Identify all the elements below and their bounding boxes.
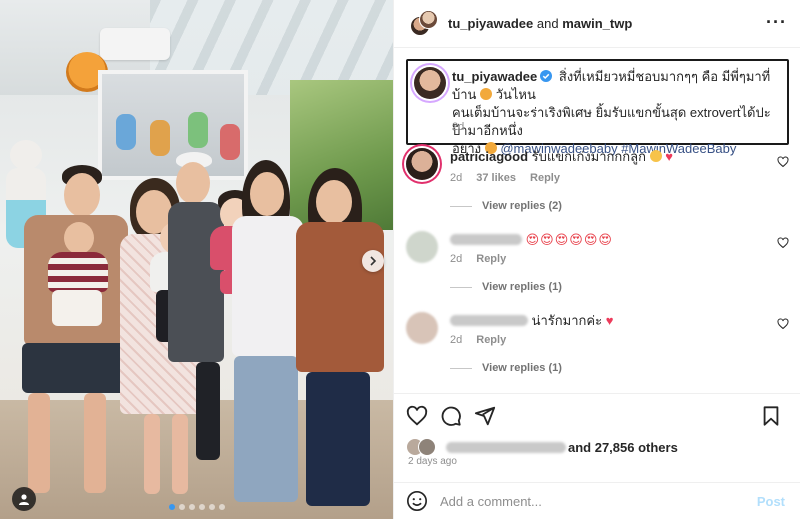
caption-line-2: คนเต็มบ้านจะร่าเริงพิเศษ ยิ้มรับแขกขั้นส… (452, 105, 771, 138)
post-comment-button[interactable]: Post (757, 494, 785, 509)
view-replies-button[interactable]: View replies (1) (450, 362, 562, 374)
tagged-users-button[interactable] (12, 487, 36, 511)
like-comment-heart-icon[interactable] (777, 156, 789, 168)
add-comment-bar: Post (394, 482, 800, 519)
author-username-2[interactable]: mawin_twp (562, 16, 632, 31)
photo-baby-1 (42, 222, 112, 362)
comment-reply-button[interactable]: Reply (476, 253, 506, 265)
like-comment-heart-icon[interactable] (777, 237, 789, 249)
author-username-1[interactable]: tu_piyawadee (448, 16, 533, 31)
instagram-post-modal: tu_piyawadee and mawin_twp ··· tu_piyawa… (0, 0, 800, 519)
avatar (418, 438, 436, 456)
comment-item: น่ารักมากค่ะ ♥ 2d Reply View replies (1) (406, 312, 789, 382)
post-caption: tu_piyawadee สิ่งที่เหมียวหมี่ชอบมากๆๆ ค… (406, 59, 789, 156)
likes-count-text: and 27,856 others (568, 439, 678, 455)
caption-username[interactable]: tu_piyawadee (452, 69, 537, 84)
view-replies-button[interactable]: View replies (1) (450, 281, 562, 293)
like-comment-heart-icon[interactable] (777, 318, 789, 330)
carousel-dot (198, 504, 205, 510)
post-authors: tu_piyawadee and mawin_twp (448, 16, 632, 31)
avatar (419, 9, 438, 29)
comment-meta: 2d 37 likes Reply (450, 172, 560, 184)
comment-icon[interactable] (440, 405, 462, 427)
caption-time: 2d (452, 121, 465, 133)
post-action-bar (394, 393, 800, 435)
carousel-dot (208, 504, 215, 510)
comment-text: รับแขกเก่งมากกกลูก (531, 149, 646, 164)
photo-person-5 (296, 168, 386, 508)
chevron-right-icon (370, 256, 377, 266)
emoji-smile-icon[interactable] (406, 490, 428, 512)
view-replies-label: View replies (1) (482, 362, 562, 374)
caption-text: tu_piyawadee สิ่งที่เหมียวหมี่ชอบมากๆๆ ค… (452, 68, 782, 158)
post-side-panel: tu_piyawadee and mawin_twp ··· tu_piyawa… (393, 0, 800, 519)
comment-item: 😍😍😍😍😍😍 2d Reply View replies (1) (406, 231, 789, 299)
comment-avatar[interactable] (406, 231, 438, 263)
view-replies-button[interactable]: View replies (2) (450, 200, 562, 212)
comment-meta: 2d Reply (450, 253, 506, 265)
post-likes-summary[interactable]: and 27,856 others (406, 436, 796, 458)
comment-time: 2d (450, 172, 463, 184)
post-timestamp: 2 days ago (408, 456, 457, 467)
carousel-dot (188, 504, 195, 510)
photo-air-conditioner (100, 28, 170, 60)
add-comment-input[interactable] (440, 493, 757, 509)
like-heart-icon[interactable] (406, 405, 428, 427)
heart-emoji-icon: ♥ (665, 149, 673, 164)
verified-badge-icon (540, 70, 553, 82)
save-bookmark-icon[interactable] (760, 405, 782, 427)
photo-person-4 (228, 160, 306, 505)
more-horizontal-icon[interactable]: ··· (766, 13, 787, 31)
share-send-icon[interactable] (474, 405, 496, 427)
heart-emoji-icon: ♥ (605, 313, 614, 328)
comment-avatar[interactable] (406, 312, 438, 344)
comment-time: 2d (450, 253, 463, 265)
user-tag-icon (19, 494, 29, 505)
laughing-crying-emoji-icon (649, 150, 662, 162)
view-replies-label: View replies (1) (482, 281, 562, 293)
carousel-dots (0, 504, 393, 510)
heart-eyes-emoji-row: 😍😍😍😍😍😍 (525, 232, 613, 247)
post-header: tu_piyawadee and mawin_twp ··· (394, 0, 800, 48)
likers-avatars (406, 438, 440, 456)
caption-avatar[interactable] (414, 67, 446, 99)
comment-likes-count[interactable]: 37 likes (476, 172, 516, 184)
caption-line-1b: วันไหน (495, 87, 536, 102)
comment-body: 😍😍😍😍😍😍 (450, 231, 750, 248)
comment-reply-button[interactable]: Reply (530, 172, 560, 184)
grinning-emoji-icon (480, 88, 493, 100)
view-replies-label: View replies (2) (482, 200, 562, 212)
carousel-next-button[interactable] (362, 250, 384, 272)
post-photo[interactable] (0, 0, 393, 519)
comment-item: patriciagood รับแขกเก่งมากกกลูก ♥ 2d 37 … (406, 148, 789, 218)
collab-avatars[interactable] (410, 9, 438, 38)
carousel-dot (178, 504, 185, 510)
authors-connector: and (536, 16, 559, 31)
comment-meta: 2d Reply (450, 334, 506, 346)
liker-usernames-blurred[interactable] (446, 441, 566, 453)
carousel-dot-active (168, 504, 175, 510)
comment-reply-button[interactable]: Reply (476, 334, 506, 346)
comment-avatar[interactable] (406, 148, 438, 180)
comment-body: patriciagood รับแขกเก่งมากกกลูก ♥ (450, 148, 750, 165)
comment-time: 2d (450, 334, 463, 346)
carousel-dot (218, 504, 225, 510)
comment-username-blurred[interactable] (450, 234, 522, 245)
comment-username-blurred[interactable] (450, 315, 528, 326)
comment-text: น่ารักมากค่ะ (531, 313, 603, 328)
comment-username[interactable]: patriciagood (450, 149, 528, 164)
comment-body: น่ารักมากค่ะ ♥ (450, 312, 750, 329)
